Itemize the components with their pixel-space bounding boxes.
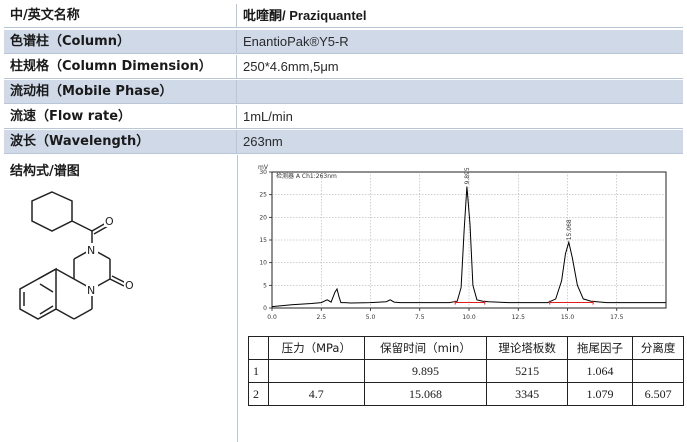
chromatogram-chart: 0.0 2.5 5.0 7.5 10.0 12.5 15.0 17.5051015202530…: [258, 164, 667, 321]
row-mobile-phase-value: [237, 80, 683, 103]
y-tick-label: 15: [259, 237, 267, 244]
cell-pressure: [268, 359, 365, 383]
molecule-structure: O N N O: [19, 191, 136, 320]
x-tick-label: 12.5: [512, 314, 526, 321]
benzene-ring: [19, 267, 57, 320]
row-column-label: 色谱柱（Column）: [4, 30, 237, 53]
atom-n-2: N: [87, 284, 95, 297]
table-row: 2 4.7 15.068 3345 1.079 6.507: [248, 382, 684, 406]
results-table: 压力（MPa） 保留时间（min） 理论塔板数 拖尾因子 分离度 1 9.895…: [248, 336, 684, 406]
x-tick-label: 0.0: [267, 314, 277, 321]
y-tick-label: 0: [263, 305, 267, 312]
header-retention-time: 保留时间（min）: [363, 336, 488, 360]
table-row: 1 9.895 5215 1.064: [248, 359, 684, 383]
cell-theoretical-plates: 5215: [486, 359, 568, 383]
header-index: [248, 336, 269, 360]
results-header-row: 压力（MPa） 保留时间（min） 理论塔板数 拖尾因子 分离度: [248, 336, 684, 360]
cell-index: 1: [248, 359, 269, 383]
row-mobile-phase-label: 流动相（Mobile Phase）: [4, 80, 237, 103]
row-name-value: 吡喹酮/ Praziquantel: [243, 8, 367, 23]
x-tick-label: 15.0: [561, 314, 575, 321]
x-tick-label: 17.5: [610, 314, 624, 321]
x-tick-label: 7.5: [415, 314, 425, 321]
cell-resolution: [632, 359, 684, 383]
header-resolution: 分离度: [632, 336, 684, 360]
spec-sheet: 中/英文名称 吡喹酮/ Praziquantel 色谱柱（Column） Ena…: [0, 0, 687, 442]
x-tick-label: 2.5: [316, 314, 326, 321]
row-flow-rate: 流速（Flow rate） 1mL/min: [4, 105, 683, 129]
x-tick-label: 5.0: [366, 314, 376, 321]
row-flow-rate-value: 1mL/min: [243, 109, 293, 124]
atom-o-1: O: [105, 215, 114, 228]
row-dimension-label: 柱规格（Column Dimension）: [4, 55, 237, 78]
row-wavelength: 波长（Wavelength） 263nm: [4, 130, 683, 154]
row-column-value: EnantioPak®Y5-R: [243, 34, 349, 49]
structure-label: 结构式/谱图: [10, 164, 80, 179]
header-pressure: 压力（MPa）: [268, 336, 365, 360]
header-theoretical-plates: 理论塔板数: [486, 336, 568, 360]
column-divider: [237, 155, 238, 442]
x-tick-label: 10.0: [462, 314, 476, 321]
row-dimension-value: 250*4.6mm,5μm: [243, 59, 339, 74]
cell-pressure: 4.7: [268, 382, 365, 406]
y-tick-label: 10: [259, 260, 267, 267]
cell-resolution: 6.507: [632, 382, 684, 406]
cell-tailing-factor: 1.079: [566, 382, 634, 406]
cell-retention-time: 9.895: [363, 359, 488, 383]
row-wavelength-value: 263nm: [243, 134, 283, 149]
row-name-label: 中/英文名称: [4, 4, 237, 27]
atom-o-2: O: [125, 279, 134, 292]
row-mobile-phase: 流动相（Mobile Phase）: [4, 80, 683, 104]
header-tailing-factor: 拖尾因子: [566, 336, 634, 360]
trace-legend: 检测器 A Ch1:263nm: [276, 172, 337, 180]
atom-n-1: N: [87, 244, 95, 257]
cell-index: 2: [248, 382, 269, 406]
cell-retention-time: 15.068: [363, 382, 488, 406]
row-wavelength-label: 波长（Wavelength）: [4, 130, 237, 153]
cell-theoretical-plates: 3345: [486, 382, 568, 406]
row-flow-rate-label: 流速（Flow rate）: [4, 105, 237, 128]
plot-frame: [271, 171, 667, 309]
cell-tailing-factor: 1.064: [566, 359, 634, 383]
row-name: 中/英文名称 吡喹酮/ Praziquantel: [4, 4, 683, 28]
peak-label: 9.895: [464, 167, 471, 184]
y-unit-label: mV: [258, 164, 269, 171]
row-column: 色谱柱（Column） EnantioPak®Y5-R: [4, 30, 683, 54]
peak-label: 15.068: [566, 219, 573, 240]
cyclohexane-ring: [31, 191, 73, 232]
y-tick-label: 20: [259, 214, 267, 221]
y-tick-label: 5: [263, 282, 267, 289]
y-tick-label: 25: [259, 192, 267, 199]
row-dimension: 柱规格（Column Dimension） 250*4.6mm,5μm: [4, 55, 683, 79]
